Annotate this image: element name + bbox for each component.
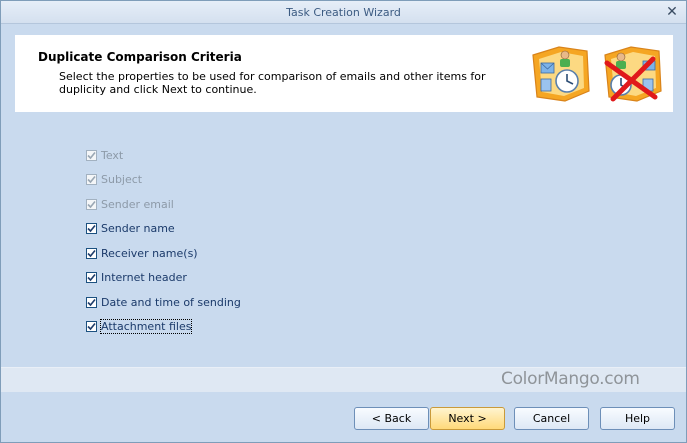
page-title: Duplicate Comparison Criteria: [38, 50, 242, 64]
title-bar[interactable]: Task Creation Wizard ✕: [1, 1, 686, 24]
criteria-option: Subject: [86, 168, 241, 193]
next-button[interactable]: Next >: [430, 407, 505, 430]
criteria-option[interactable]: Sender name: [86, 217, 241, 242]
checkbox[interactable]: [86, 223, 97, 235]
watermark-text: ColorMango.com: [501, 369, 640, 389]
criteria-option-label: Receiver name(s): [101, 246, 198, 260]
criteria-option-label: Text: [101, 148, 124, 162]
criteria-option-label: Subject: [101, 173, 143, 187]
checkbox: [86, 198, 97, 210]
criteria-option[interactable]: Attachment files: [86, 315, 241, 340]
checkmark-icon: [87, 249, 96, 257]
checkbox[interactable]: [86, 321, 97, 333]
checkbox[interactable]: [86, 272, 97, 284]
criteria-option: Text: [86, 143, 241, 168]
checkmark-icon: [87, 225, 96, 233]
criteria-option-label: Date and time of sending: [101, 295, 241, 309]
criteria-list: Text Subject Sender email Sender name Receiv…: [86, 143, 241, 339]
checkbox: [86, 174, 97, 186]
criteria-option[interactable]: Receiver name(s): [86, 241, 241, 266]
window-title: Task Creation Wizard: [286, 6, 401, 19]
checkmark-icon: [87, 323, 96, 331]
checkmark-icon: [87, 151, 96, 159]
close-icon[interactable]: ✕: [664, 4, 680, 20]
checkbox[interactable]: [86, 296, 97, 308]
criteria-option: Sender email: [86, 192, 241, 217]
criteria-option-label: Sender email: [101, 197, 174, 211]
checkmark-icon: [87, 176, 96, 184]
checkbox[interactable]: [86, 247, 97, 259]
criteria-option[interactable]: Date and time of sending: [86, 290, 241, 315]
criteria-option-label: Internet header: [101, 271, 187, 285]
email-delete-clock-icon: [604, 46, 662, 102]
header-illustration: [532, 46, 662, 102]
wizard-window: Task Creation Wizard ✕ Duplicate Compari…: [0, 0, 687, 443]
cancel-button[interactable]: Cancel: [514, 407, 589, 430]
help-button[interactable]: Help: [600, 407, 675, 430]
back-button[interactable]: < Back: [354, 407, 429, 430]
page-description: Select the properties to be used for com…: [59, 70, 486, 96]
criteria-option-label: Attachment files: [99, 319, 193, 335]
checkbox: [86, 149, 97, 161]
header-panel: Duplicate Comparison Criteria Select the…: [15, 35, 673, 112]
checkmark-icon: [87, 298, 96, 306]
criteria-option-label: Sender name: [101, 222, 175, 236]
checkmark-icon: [87, 200, 96, 208]
criteria-option[interactable]: Internet header: [86, 266, 241, 291]
email-contact-clock-icon: [532, 46, 590, 102]
checkmark-icon: [87, 274, 96, 282]
